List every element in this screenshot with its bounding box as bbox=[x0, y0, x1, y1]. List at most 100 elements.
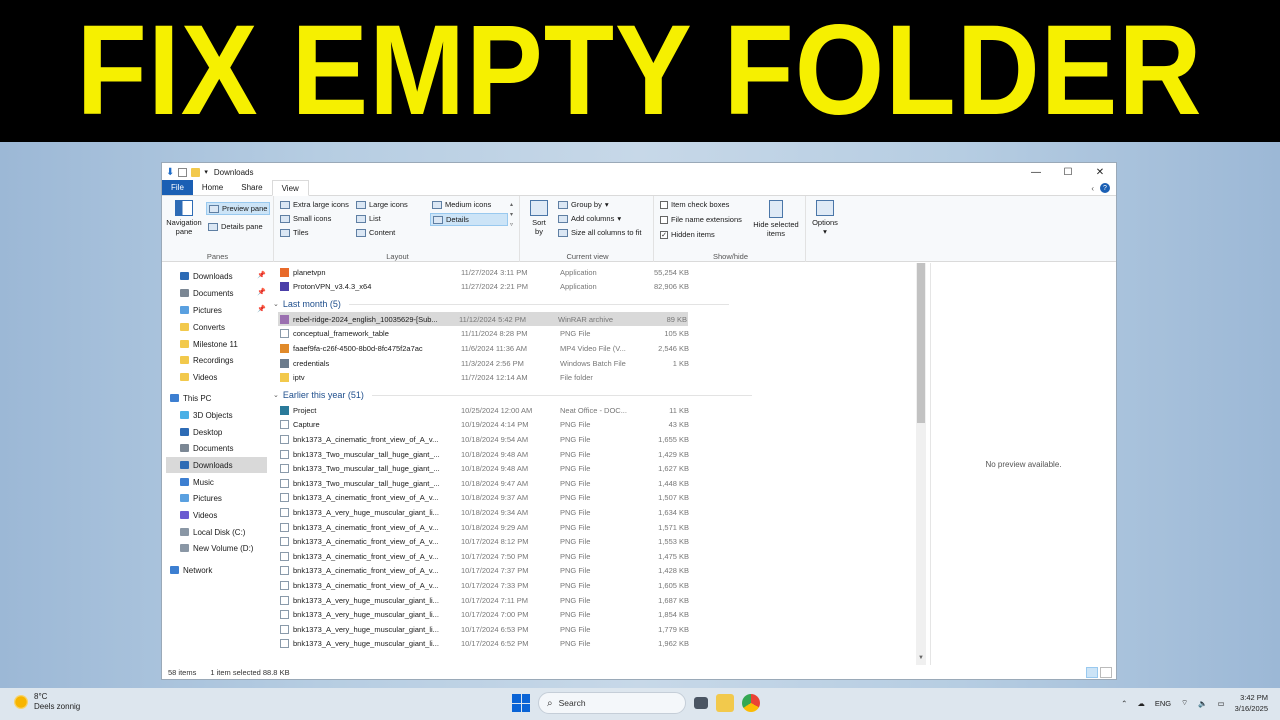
group-header[interactable]: ⌄ Last month (5) bbox=[273, 296, 729, 312]
weather-widget[interactable]: 8°C Deels zonnig bbox=[14, 692, 80, 712]
large-icons-view-icon[interactable] bbox=[1100, 667, 1112, 678]
hide-selected-items-button[interactable]: Hide selected items bbox=[750, 200, 802, 238]
sort-by-button[interactable]: Sort by bbox=[528, 200, 550, 236]
size-all-columns-button[interactable]: Size all columns to fit bbox=[558, 228, 641, 237]
maximize-button[interactable]: ☐ bbox=[1052, 163, 1084, 181]
customize-dropdown-icon[interactable]: ▾ bbox=[204, 168, 208, 176]
tab-file[interactable]: File bbox=[162, 180, 193, 195]
file-row[interactable]: bnk1373_A_cinematic_front_view_of_A_v...… bbox=[280, 564, 689, 578]
file-row[interactable]: bnk1373_Two_muscular_tall_huge_giant_...… bbox=[280, 462, 689, 476]
onedrive-icon[interactable]: ☁ bbox=[1137, 699, 1145, 708]
nav-item-desktop[interactable]: Desktop bbox=[180, 425, 222, 439]
item-check-boxes-checkbox[interactable] bbox=[660, 200, 668, 209]
file-row[interactable]: planetvpn 11/27/2024 3:11 PM Application 55… bbox=[280, 265, 689, 279]
file-row[interactable]: bnk1373_A_very_huge_muscular_giant_li...… bbox=[280, 505, 689, 519]
details-view-icon[interactable] bbox=[1086, 667, 1098, 678]
file-row[interactable]: bnk1373_A_very_huge_muscular_giant_li...… bbox=[280, 622, 689, 636]
nav-item-converts[interactable]: Converts bbox=[180, 320, 225, 334]
nav-item-milestone-11[interactable]: Milestone 11 bbox=[180, 337, 238, 351]
tab-share[interactable]: Share bbox=[232, 180, 271, 195]
tab-home[interactable]: Home bbox=[193, 180, 232, 195]
properties-icon[interactable] bbox=[178, 167, 188, 177]
file-row[interactable]: Project 10/25/2024 12:00 AM Neat Office - … bbox=[280, 403, 689, 417]
nav-item-network[interactable]: Network bbox=[170, 563, 212, 577]
nav-item-videos-quick[interactable]: Videos bbox=[180, 370, 217, 384]
scroll-down-icon[interactable]: ▼ bbox=[916, 655, 926, 665]
preview-pane-button[interactable]: Preview pane bbox=[206, 202, 271, 215]
file-row[interactable]: bnk1373_Two_muscular_tall_huge_giant_...… bbox=[280, 476, 689, 490]
options-button[interactable]: Options ▾ bbox=[808, 200, 842, 236]
file-row[interactable]: bnk1373_Two_muscular_tall_huge_giant_...… bbox=[280, 447, 689, 461]
hidden-items-checkbox[interactable]: ✓ bbox=[660, 230, 668, 239]
file-row[interactable]: conceptual_framework_table 11/11/2024 8:2… bbox=[280, 327, 689, 341]
file-row[interactable]: bnk1373_A_very_huge_muscular_giant_li...… bbox=[280, 593, 689, 607]
layout-tiles[interactable]: Tiles bbox=[280, 228, 309, 237]
group-by-button[interactable]: Group by ▾ bbox=[558, 200, 609, 209]
new-folder-icon[interactable] bbox=[191, 167, 201, 177]
details-pane-button[interactable]: Details pane bbox=[208, 222, 263, 231]
file-name-extensions-checkbox[interactable] bbox=[660, 215, 668, 224]
layout-extra-large-icons[interactable]: Extra large icons bbox=[280, 200, 349, 209]
collapse-chevron-icon[interactable]: ⌄ bbox=[273, 300, 279, 308]
nav-item-music[interactable]: Music bbox=[180, 475, 214, 489]
add-columns-button[interactable]: Add columns ▾ bbox=[558, 214, 621, 223]
file-row[interactable]: bnk1373_A_very_huge_muscular_giant_li...… bbox=[280, 608, 689, 622]
file-row[interactable]: bnk1373_A_cinematic_front_view_of_A_v...… bbox=[280, 491, 689, 505]
volume-icon[interactable]: 🔈 bbox=[1198, 699, 1207, 708]
file-row[interactable]: bnk1373_A_cinematic_front_view_of_A_v...… bbox=[280, 520, 689, 534]
layout-details[interactable]: Details bbox=[430, 213, 508, 226]
layout-small-icons[interactable]: Small icons bbox=[280, 214, 331, 223]
file-row[interactable]: faaef9fa-c26f-4500-8b0d-8fc475f2a7ac 11/6… bbox=[280, 341, 689, 355]
chrome-icon[interactable] bbox=[742, 694, 760, 712]
nav-item-pictures[interactable]: Pictures bbox=[180, 491, 222, 505]
collapse-chevron-icon[interactable]: ⌄ bbox=[273, 391, 279, 399]
file-row[interactable]: rebel-ridge-2024_english_10035629-[Sub..… bbox=[278, 312, 688, 327]
nav-item-local-disk[interactable]: Local Disk (C:) bbox=[180, 525, 245, 539]
hidden-items-option[interactable]: ✓ Hidden items bbox=[660, 230, 715, 239]
file-name-extensions-option[interactable]: File name extensions bbox=[660, 215, 742, 224]
download-arrow-icon[interactable]: ⬇ bbox=[166, 167, 174, 178]
nav-item-new-volume[interactable]: New Volume (D:) bbox=[180, 541, 253, 555]
nav-item-recordings[interactable]: Recordings bbox=[180, 353, 233, 367]
layout-list[interactable]: List bbox=[356, 214, 381, 223]
language-indicator[interactable]: ENG bbox=[1155, 699, 1171, 708]
layout-medium-icons[interactable]: Medium icons bbox=[432, 200, 491, 209]
nav-item-this-pc[interactable]: This PC bbox=[170, 391, 211, 405]
minimize-button[interactable]: — bbox=[1020, 163, 1052, 181]
nav-item-pictures-quick[interactable]: Pictures bbox=[180, 303, 222, 317]
nav-item-downloads[interactable]: Downloads bbox=[180, 458, 233, 472]
file-row[interactable]: bnk1373_A_very_huge_muscular_giant_li...… bbox=[280, 637, 689, 651]
file-row[interactable]: ProtonVPN_v3.4.3_x64 11/27/2024 2:21 PM Ap… bbox=[280, 280, 689, 294]
start-button-icon[interactable] bbox=[512, 694, 530, 712]
tab-view[interactable]: View bbox=[271, 180, 309, 196]
file-row[interactable]: credentials 11/3/2024 2:56 PM Windows Batc… bbox=[280, 356, 689, 370]
file-row[interactable]: bnk1373_A_cinematic_front_view_of_A_v...… bbox=[280, 535, 689, 549]
file-row[interactable]: Capture 10/19/2024 4:14 PM PNG File 43 KB bbox=[280, 418, 689, 432]
taskbar-search[interactable]: ⌕ Search bbox=[538, 692, 686, 714]
group-header[interactable]: ⌄ Earlier this year (51) bbox=[273, 387, 752, 403]
task-view-icon[interactable] bbox=[694, 697, 708, 709]
file-list-scrollbar[interactable]: ▲ ▼ bbox=[916, 263, 926, 665]
nav-item-3d-objects[interactable]: 3D Objects bbox=[180, 408, 233, 422]
show-hidden-icons-icon[interactable]: ⌃ bbox=[1121, 699, 1127, 708]
nav-item-documents[interactable]: Documents bbox=[180, 441, 233, 455]
item-check-boxes-option[interactable]: Item check boxes bbox=[660, 200, 729, 209]
file-row[interactable]: bnk1373_A_cinematic_front_view_of_A_v...… bbox=[280, 432, 689, 446]
battery-icon[interactable]: ▭ bbox=[1218, 699, 1225, 708]
help-icon[interactable]: ? bbox=[1100, 183, 1110, 193]
layout-content[interactable]: Content bbox=[356, 228, 395, 237]
file-explorer-icon[interactable] bbox=[716, 694, 734, 712]
nav-item-videos[interactable]: Videos bbox=[180, 508, 217, 522]
close-button[interactable]: ✕ bbox=[1084, 163, 1116, 181]
scrollbar-thumb[interactable] bbox=[917, 263, 925, 423]
file-row[interactable]: bnk1373_A_cinematic_front_view_of_A_v...… bbox=[280, 578, 689, 592]
nav-item-downloads-quick[interactable]: Downloads bbox=[180, 269, 233, 283]
collapse-ribbon-icon[interactable]: ‹ bbox=[1091, 184, 1094, 193]
nav-item-documents-quick[interactable]: Documents bbox=[180, 286, 233, 300]
navigation-pane-button[interactable]: Navigation pane bbox=[164, 200, 204, 236]
clock[interactable]: 3:42 PM 3/16/2025 bbox=[1235, 692, 1268, 714]
wifi-icon[interactable]: ⌔ bbox=[1181, 698, 1188, 708]
layout-large-icons[interactable]: Large icons bbox=[356, 200, 408, 209]
file-row[interactable]: bnk1373_A_cinematic_front_view_of_A_v...… bbox=[280, 549, 689, 563]
file-row[interactable]: iptv 11/7/2024 12:14 AM File folder bbox=[280, 371, 593, 385]
